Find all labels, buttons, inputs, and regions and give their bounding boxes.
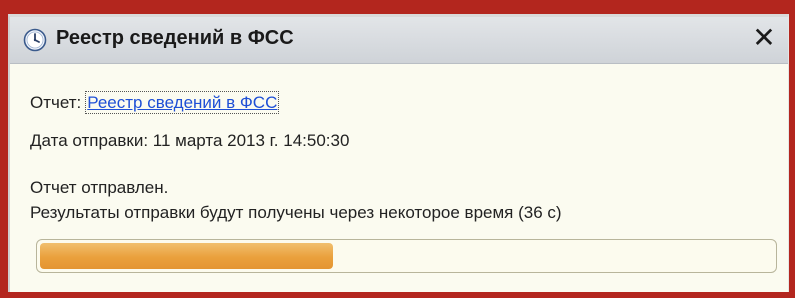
status-message: Отчет отправлен. <box>30 178 169 197</box>
report-link[interactable]: Реестр сведений в ФСС <box>85 91 280 114</box>
dialog-window: Реестр сведений в ФСС ✕ Отчет: Реестр све… <box>8 14 789 292</box>
progress-bar <box>36 239 777 273</box>
result-message: Результаты отправки будут получены через… <box>30 203 562 222</box>
send-date: Дата отправки: 11 марта 2013 г. 14:50:30 <box>30 131 350 150</box>
title-bar[interactable]: Реестр сведений в ФСС ✕ <box>10 17 788 64</box>
progress-fill <box>40 243 333 269</box>
report-row: Отчет: Реестр сведений в ФСС <box>30 91 280 114</box>
window-title: Реестр сведений в ФСС <box>56 27 294 49</box>
report-label: Отчет: <box>30 93 82 112</box>
clock-icon <box>23 28 47 52</box>
close-button[interactable]: ✕ <box>750 24 778 52</box>
